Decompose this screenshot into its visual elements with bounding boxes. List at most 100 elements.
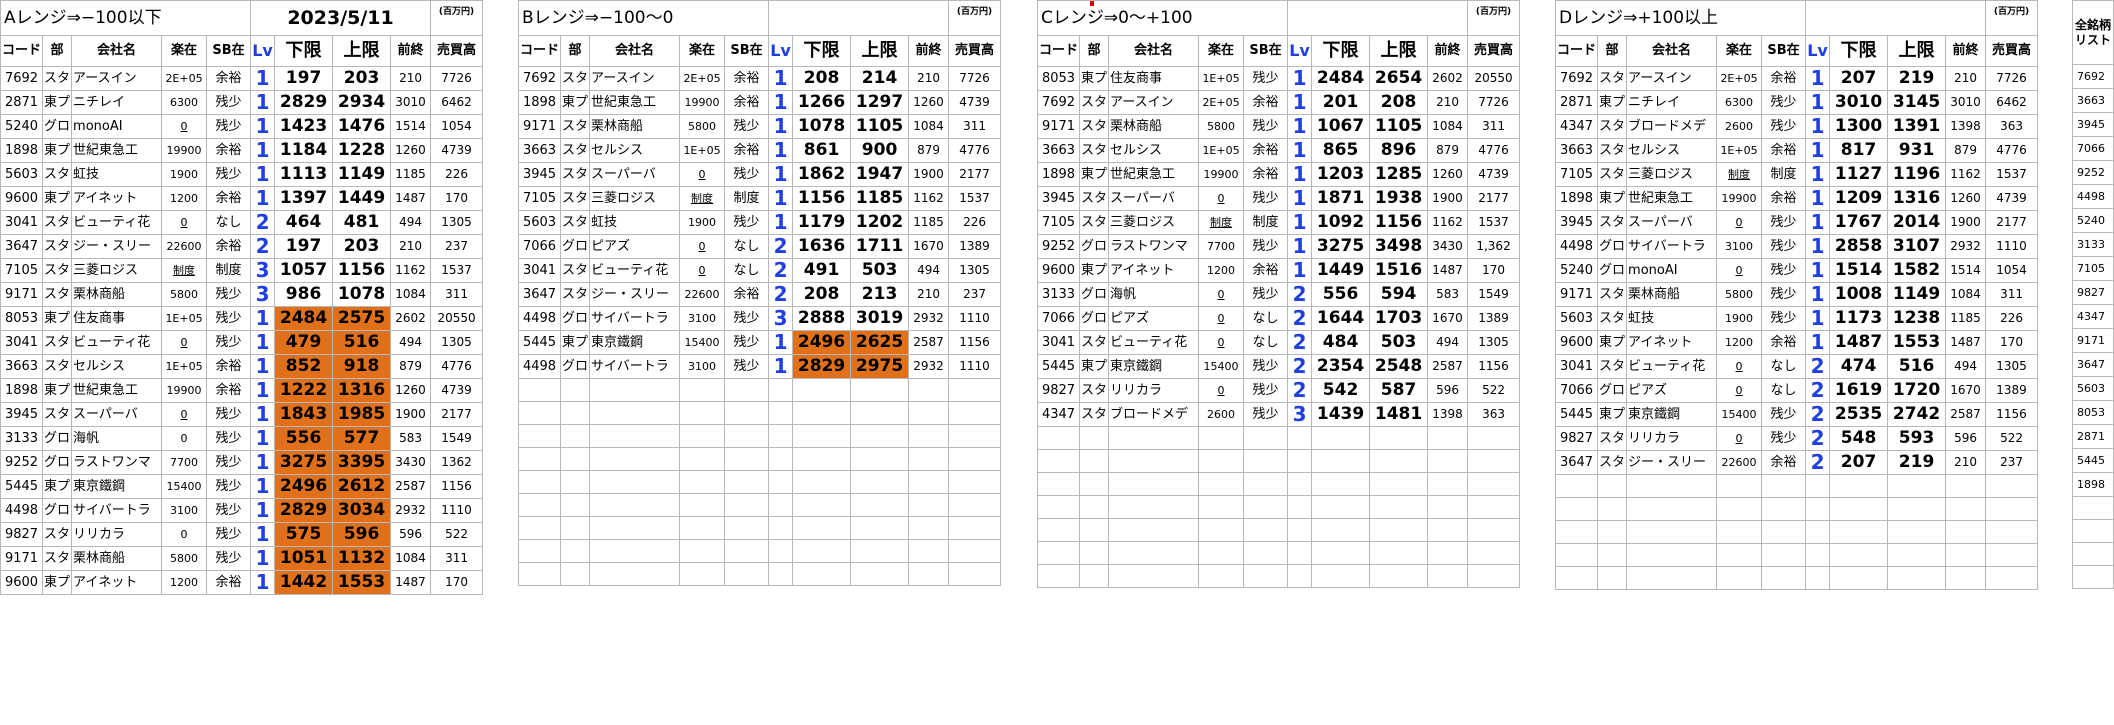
cell-market[interactable]: スタ [1597, 138, 1628, 163]
cell-sales[interactable]: 170 [430, 570, 484, 595]
empty-cell[interactable] [1945, 474, 1987, 498]
stock-code[interactable]: 5240 [2072, 208, 2114, 233]
empty-cell[interactable] [1079, 495, 1110, 519]
cell-sales[interactable]: 1305 [948, 258, 1002, 283]
cell-name[interactable]: 東京鐵鋼 [1626, 402, 1718, 427]
cell-sb[interactable]: 余裕 [206, 66, 252, 91]
cell-name[interactable]: アイネット [1626, 330, 1718, 355]
cell-market[interactable]: グロ [42, 114, 73, 139]
blank-cell[interactable] [1287, 0, 1469, 36]
empty-cell[interactable] [850, 562, 910, 586]
empty-cell[interactable] [768, 539, 794, 563]
cell-prev[interactable]: 1398 [1427, 402, 1469, 427]
header-upper[interactable]: 上限 [850, 35, 910, 67]
cell-hi[interactable]: 1553 [1887, 330, 1947, 355]
cell-code[interactable]: 5445 [1036, 354, 1081, 379]
cell-hi[interactable]: 1476 [332, 114, 392, 139]
cell-sb[interactable]: 余裕 [1761, 330, 1807, 355]
cell-code[interactable]: 3133 [1036, 282, 1081, 307]
header-sb[interactable]: SB在 [1761, 35, 1807, 67]
cell-market[interactable]: グロ [42, 450, 73, 475]
cell-hi[interactable]: 3395 [332, 450, 392, 475]
cell-lo[interactable]: 2354 [1311, 354, 1371, 379]
empty-cell[interactable] [517, 424, 562, 448]
cell-buy[interactable]: 0 [161, 330, 208, 355]
empty-cell[interactable] [1716, 566, 1763, 590]
cell-lo[interactable]: 556 [274, 426, 334, 451]
empty-cell[interactable] [1829, 566, 1889, 590]
empty-cell[interactable] [1467, 518, 1521, 542]
empty-cell[interactable] [948, 493, 1002, 517]
cell-sb[interactable]: 残少 [724, 306, 770, 331]
cell-name[interactable]: ピアズ [1108, 306, 1200, 331]
cell-lv[interactable]: 1 [1805, 66, 1831, 91]
cell-prev[interactable]: 210 [1945, 66, 1987, 91]
empty-cell[interactable] [517, 516, 562, 540]
empty-cell[interactable] [1716, 474, 1763, 498]
cell-sales[interactable]: 2177 [1467, 186, 1521, 211]
empty-cell[interactable] [679, 516, 726, 540]
cell-market[interactable]: スタ [1079, 138, 1110, 163]
cell-hi[interactable]: 1156 [332, 258, 392, 283]
cell-lv[interactable]: 1 [768, 210, 794, 235]
cell-hi[interactable]: 896 [1369, 138, 1429, 163]
cell-sales[interactable]: 1537 [948, 186, 1002, 211]
cell-market[interactable]: スタ [1079, 90, 1110, 115]
cell-sales[interactable]: 1389 [1467, 306, 1521, 331]
cell-prev[interactable]: 1900 [908, 162, 950, 187]
cell-market[interactable]: スタ [1079, 114, 1110, 139]
cell-sales[interactable]: 311 [430, 282, 484, 307]
cell-buy[interactable]: 3100 [679, 306, 726, 331]
cell-code[interactable]: 4498 [517, 354, 562, 379]
cell-lo[interactable]: 817 [1829, 138, 1889, 163]
empty-cell[interactable] [908, 470, 950, 494]
cell-buy[interactable]: 5800 [679, 114, 726, 139]
cell-prev[interactable]: 210 [1945, 450, 1987, 475]
cell-market[interactable]: グロ [42, 498, 73, 523]
cell-buy[interactable]: 6300 [161, 90, 208, 115]
cell-buy[interactable]: 0 [1198, 330, 1245, 355]
cell-sales[interactable]: 311 [1985, 282, 2039, 307]
cell-lv[interactable]: 1 [250, 426, 276, 451]
empty-cell[interactable] [1829, 520, 1889, 544]
cell-name[interactable]: アイネット [1108, 258, 1200, 283]
cell-prev[interactable]: 2587 [1945, 402, 1987, 427]
range-title[interactable]: Aレンジ⇒−100以下 [0, 0, 252, 36]
cell-lv[interactable]: 1 [1805, 306, 1831, 331]
cell-sales[interactable]: 1,362 [1467, 234, 1521, 259]
empty-cell[interactable] [1427, 518, 1469, 542]
cell-buy[interactable]: 0 [1716, 354, 1763, 379]
cell-lo[interactable]: 1113 [274, 162, 334, 187]
cell-hi[interactable]: 2612 [332, 474, 392, 499]
empty-cell[interactable] [1985, 543, 2039, 567]
stock-code[interactable]: 2871 [2072, 424, 2114, 449]
cell-market[interactable]: スタ [560, 258, 591, 283]
cell-sales[interactable]: 1054 [1985, 258, 2039, 283]
empty-cell[interactable] [1243, 472, 1289, 496]
cell-code[interactable]: 9827 [1554, 426, 1599, 451]
cell-hi[interactable]: 1582 [1887, 258, 1947, 283]
cell-name[interactable]: 世紀東急工 [71, 378, 163, 403]
cell-lv[interactable]: 1 [250, 330, 276, 355]
cell-market[interactable]: 東プ [560, 90, 591, 115]
cell-market[interactable]: 東プ [1597, 90, 1628, 115]
cell-market[interactable]: スタ [1597, 450, 1628, 475]
cell-lo[interactable]: 861 [792, 138, 852, 163]
cell-sb[interactable]: 残少 [1243, 354, 1289, 379]
empty-cell[interactable] [1079, 449, 1110, 473]
cell-code[interactable]: 1898 [0, 138, 44, 163]
cell-market[interactable]: グロ [1597, 258, 1628, 283]
cell-sb[interactable]: 残少 [206, 90, 252, 115]
cell-lv[interactable]: 1 [250, 66, 276, 91]
cell-buy[interactable]: 1900 [679, 210, 726, 235]
cell-lo[interactable]: 207 [1829, 450, 1889, 475]
cell-lv[interactable]: 1 [250, 570, 276, 595]
cell-prev[interactable]: 494 [1427, 330, 1469, 355]
empty-cell[interactable] [589, 424, 681, 448]
cell-hi[interactable]: 1196 [1887, 162, 1947, 187]
empty-cell[interactable] [724, 516, 770, 540]
cell-prev[interactable]: 3010 [1945, 90, 1987, 115]
empty-cell[interactable] [1626, 474, 1718, 498]
cell-sb[interactable]: 余裕 [1761, 186, 1807, 211]
empty-cell[interactable] [1887, 474, 1947, 498]
